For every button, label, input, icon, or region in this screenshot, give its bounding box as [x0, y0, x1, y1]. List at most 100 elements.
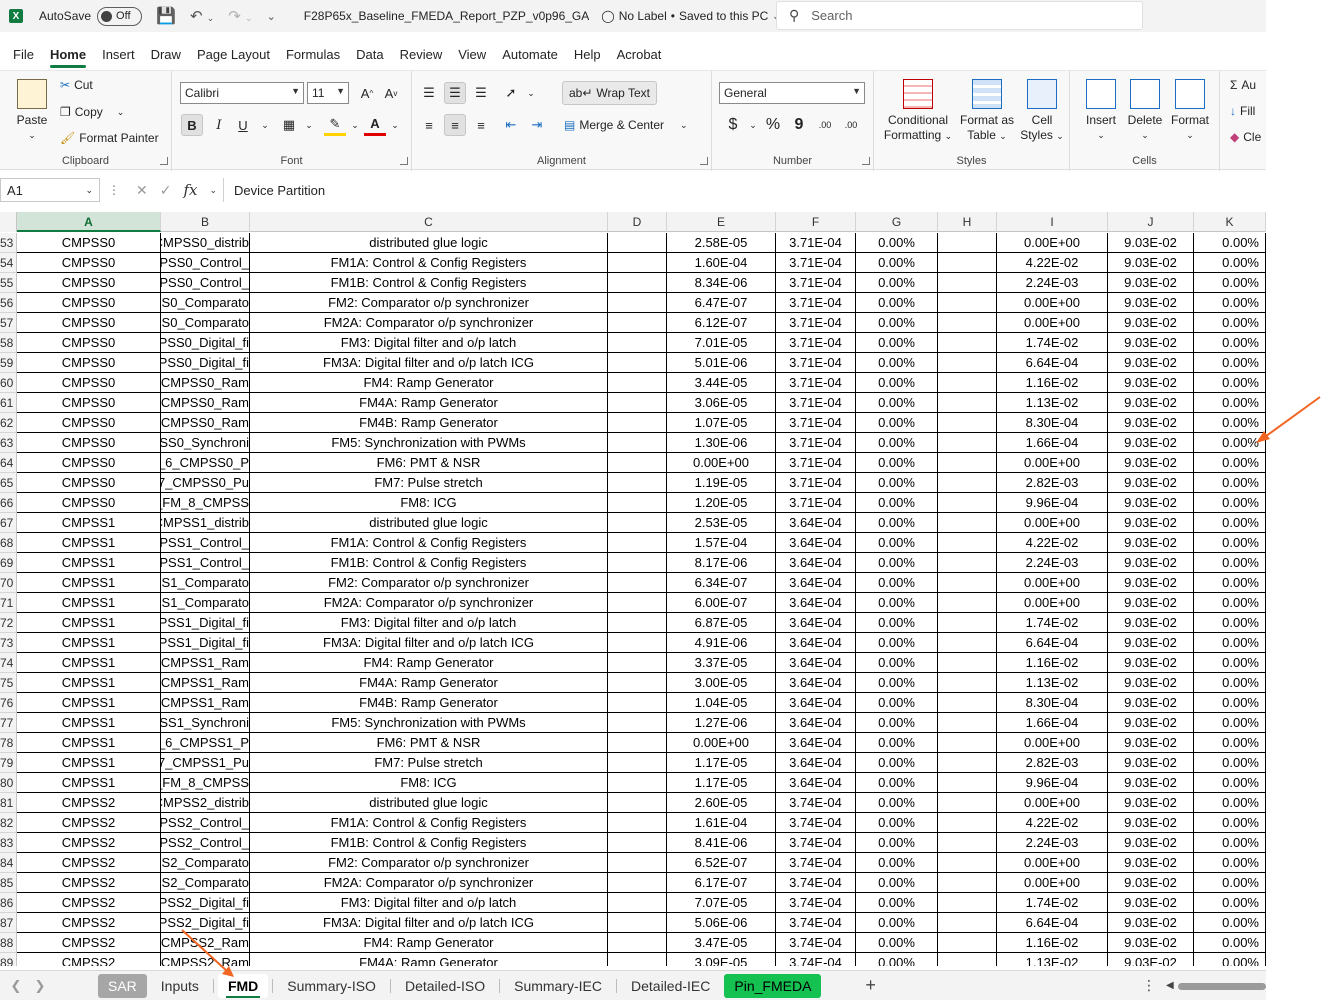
cell-c[interactable]: FM3: Digital filter and o/p latch [250, 613, 608, 633]
cell-h[interactable] [938, 753, 997, 773]
row-header[interactable]: 80 [0, 773, 17, 793]
cell-a[interactable]: CMPSS1 [17, 533, 161, 553]
cell-h[interactable] [938, 493, 997, 513]
fill-color-icon[interactable]: ✎ [324, 114, 346, 136]
cell-f[interactable]: 3.64E-04 [776, 753, 856, 773]
cell-g[interactable]: 0.00% [856, 453, 938, 473]
cell-b[interactable]: FM_4_CMPSS2_Ram [161, 933, 250, 953]
column-header-k[interactable]: K [1194, 212, 1266, 232]
cell-d[interactable] [608, 493, 667, 513]
cell-j[interactable]: 9.03E-02 [1108, 433, 1194, 453]
cell-f[interactable]: 3.74E-04 [776, 953, 856, 966]
cell-i[interactable]: 2.82E-03 [997, 753, 1108, 773]
cell-g[interactable]: 0.00% [856, 713, 938, 733]
row-header[interactable]: 58 [0, 333, 17, 353]
cell-h[interactable] [938, 693, 997, 713]
customize-toolbar-icon[interactable]: ⌄ [267, 10, 276, 23]
cell-f[interactable]: 3.64E-04 [776, 653, 856, 673]
cell-h[interactable] [938, 413, 997, 433]
cell-a[interactable]: CMPSS2 [17, 953, 161, 966]
cell-g[interactable]: 0.00% [856, 833, 938, 853]
row-header[interactable]: 81 [0, 793, 17, 813]
cell-e[interactable]: 0.00E+00 [667, 453, 776, 473]
cell-i[interactable]: 0.00E+00 [997, 853, 1108, 873]
column-header-b[interactable]: B [161, 212, 250, 232]
cell-f[interactable]: 3.74E-04 [776, 833, 856, 853]
percent-button[interactable]: % [762, 114, 784, 136]
cell-b[interactable]: FM_4_CMPSS1_Ram [161, 673, 250, 693]
tab-help[interactable]: Help [566, 40, 609, 68]
cell-k[interactable]: 0.00% [1194, 353, 1266, 373]
cell-k[interactable]: 0.00% [1194, 653, 1266, 673]
sheet-tab-pin-fmeda[interactable]: Pin_FMEDA [724, 973, 822, 998]
cell-j[interactable]: 9.03E-02 [1108, 933, 1194, 953]
cell-e[interactable]: 1.30E-06 [667, 433, 776, 453]
cell-d[interactable] [608, 593, 667, 613]
cell-a[interactable]: CMPSS0 [17, 473, 161, 493]
cell-d[interactable] [608, 773, 667, 793]
cell-j[interactable]: 9.03E-02 [1108, 733, 1194, 753]
cell-k[interactable]: 0.00% [1194, 693, 1266, 713]
decrease-font-icon[interactable]: Av [380, 82, 402, 104]
cell-f[interactable]: 3.71E-04 [776, 393, 856, 413]
cell-k[interactable]: 0.00% [1194, 733, 1266, 753]
chevron-down-icon[interactable]: ⌄ [298, 114, 320, 136]
cell-g[interactable]: 0.00% [856, 373, 938, 393]
cell-a[interactable]: CMPSS1 [17, 653, 161, 673]
cell-b[interactable]: CMPSS2_distrib [161, 793, 250, 813]
cell-i[interactable]: 1.16E-02 [997, 653, 1108, 673]
cell-c[interactable]: FM1B: Control & Config Registers [250, 273, 608, 293]
sheet-tab-summary-iso[interactable]: Summary-ISO [277, 974, 386, 998]
cell-f[interactable]: 3.64E-04 [776, 573, 856, 593]
cell-a[interactable]: CMPSS0 [17, 493, 161, 513]
cell-k[interactable]: 0.00% [1194, 633, 1266, 653]
cell-h[interactable] [938, 433, 997, 453]
name-box[interactable]: A1 ⌄ [0, 178, 100, 202]
cell-b[interactable]: CMPSS1_Comparato [161, 573, 250, 593]
row-header[interactable]: 64 [0, 453, 17, 473]
column-header-a[interactable]: A [17, 212, 161, 232]
cell-f[interactable]: 3.71E-04 [776, 373, 856, 393]
cell-j[interactable]: 9.03E-02 [1108, 373, 1194, 393]
cell-b[interactable]: CMPSS2_Comparato [161, 873, 250, 893]
cell-c[interactable]: FM2: Comparator o/p synchronizer [250, 853, 608, 873]
cell-e[interactable]: 1.17E-05 [667, 773, 776, 793]
cell-f[interactable]: 3.71E-04 [776, 293, 856, 313]
cell-e[interactable]: 5.01E-06 [667, 353, 776, 373]
cell-k[interactable]: 0.00% [1194, 813, 1266, 833]
cell-j[interactable]: 9.03E-02 [1108, 333, 1194, 353]
cell-c[interactable]: FM7: Pulse stretch [250, 473, 608, 493]
cell-b[interactable]: CMPSS0_Control_ [161, 253, 250, 273]
increase-indent-icon[interactable]: ⇥ [526, 114, 548, 136]
cell-c[interactable]: FM4: Ramp Generator [250, 933, 608, 953]
cell-k[interactable]: 0.00% [1194, 313, 1266, 333]
cell-k[interactable]: 0.00% [1194, 913, 1266, 933]
search-input[interactable]: ⚲ Search [776, 1, 1143, 30]
insert-function-icon[interactable]: fx [183, 181, 197, 199]
cell-h[interactable] [938, 653, 997, 673]
fill-button[interactable]: ↓ Fill [1230, 104, 1255, 118]
insert-cells-button[interactable]: Insert ⌄ [1080, 79, 1122, 143]
sheet-tab-inputs[interactable]: Inputs [151, 974, 209, 998]
cell-e[interactable]: 2.58E-05 [667, 233, 776, 253]
row-header[interactable]: 83 [0, 833, 17, 853]
cell-j[interactable]: 9.03E-02 [1108, 953, 1194, 966]
underline-button[interactable]: U [232, 114, 254, 136]
row-header[interactable]: 86 [0, 893, 17, 913]
cell-a[interactable]: CMPSS2 [17, 873, 161, 893]
cell-e[interactable]: 6.34E-07 [667, 573, 776, 593]
cell-f[interactable]: 3.64E-04 [776, 553, 856, 573]
cell-k[interactable]: 0.00% [1194, 333, 1266, 353]
cell-g[interactable]: 0.00% [856, 293, 938, 313]
cell-h[interactable] [938, 873, 997, 893]
cell-j[interactable]: 9.03E-02 [1108, 253, 1194, 273]
cell-j[interactable]: 9.03E-02 [1108, 473, 1194, 493]
row-header[interactable]: 67 [0, 513, 17, 533]
cell-e[interactable]: 3.09E-05 [667, 953, 776, 966]
cell-b[interactable]: CMPSS1_Comparato [161, 593, 250, 613]
cell-e[interactable]: 6.52E-07 [667, 853, 776, 873]
autosum-button[interactable]: Σ Au [1230, 78, 1256, 92]
row-header[interactable]: 54 [0, 253, 17, 273]
cell-a[interactable]: CMPSS2 [17, 833, 161, 853]
column-header-h[interactable]: H [938, 212, 997, 232]
